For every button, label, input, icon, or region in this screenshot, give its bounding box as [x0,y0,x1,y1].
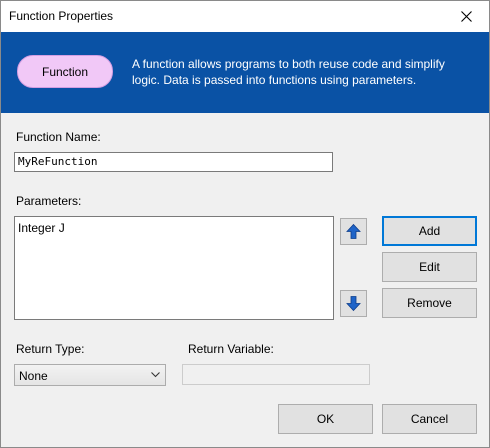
banner-description: A function allows programs to both reuse… [132,57,445,87]
ok-button[interactable]: OK [278,404,373,434]
return-type-label: Return Type: [16,342,85,356]
arrow-up-icon [346,223,361,239]
function-name-label: Function Name: [16,130,101,144]
edit-button[interactable]: Edit [382,252,477,282]
function-name-input[interactable]: MyReFunction [14,152,333,172]
move-down-button[interactable] [340,290,367,317]
parameters-list[interactable]: Integer J [14,216,334,320]
chevron-down-icon [151,372,160,378]
list-item[interactable]: Integer J [18,221,65,235]
title-bar: Function Properties [1,1,489,32]
return-variable-label: Return Variable: [188,342,274,356]
info-banner: Function A function allows programs to b… [1,32,489,113]
return-type-select[interactable]: None [14,364,166,386]
function-pill: Function [17,55,113,88]
close-button[interactable] [443,1,489,32]
move-up-button[interactable] [340,218,367,245]
arrow-down-icon [346,296,361,312]
window-title: Function Properties [9,9,114,23]
return-type-value: None [19,369,48,383]
return-variable-field [182,364,370,385]
add-button[interactable]: Add [382,216,477,246]
parameters-label: Parameters: [16,194,82,208]
close-icon [460,11,472,22]
remove-button[interactable]: Remove [382,288,477,318]
function-properties-dialog: Function Properties Function A function … [0,0,490,448]
cancel-button[interactable]: Cancel [382,404,477,434]
